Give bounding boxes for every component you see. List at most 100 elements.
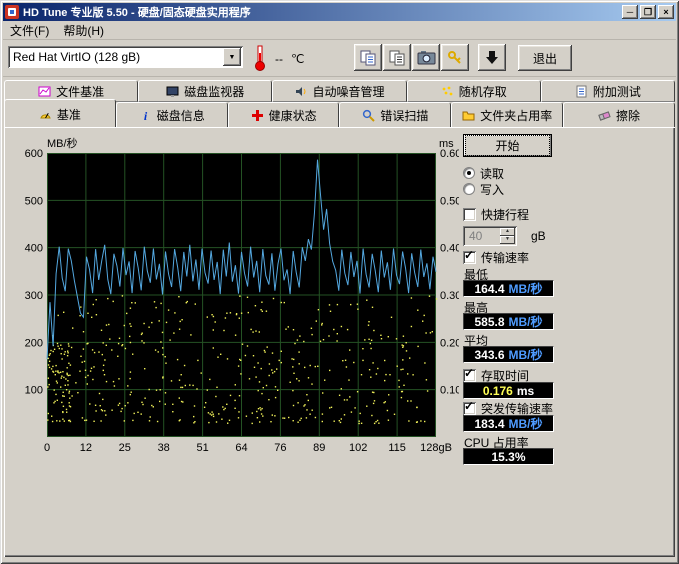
spinner-down-icon[interactable]: ▼ [500,236,515,244]
drive-select-value: Red Hat VirtIO (128 gB) [8,50,223,64]
burst-rate-checkbox[interactable]: ✓ 突发传输速率 [463,401,553,415]
read-radio[interactable]: 读取 [463,166,504,180]
tab-disk-info[interactable]: i 磁盘信息 [116,102,228,127]
svg-text:102: 102 [349,442,367,454]
svg-text:MB/秒: MB/秒 [47,136,78,150]
burst-rate-checkbox-box: ✓ [463,402,476,415]
speaker-icon [295,85,308,98]
copy-text-icon [389,50,406,66]
svg-text:600: 600 [25,148,43,160]
short-stroke-size-input[interactable]: 40 ▲ ▼ [463,226,517,246]
titlebar: HD Tune 专业版 5.50 - 硬盘/固态硬盘实用程序 ─ ❐ × [3,3,676,21]
drive-select[interactable]: Red Hat VirtIO (128 gB) ▼ [8,46,243,68]
tab-error-scan[interactable]: 错误扫描 [339,102,451,127]
read-radio-circle [463,167,475,179]
transfer-rate-checkbox[interactable]: ✓ 传输速率 [463,250,529,264]
tab-disk-monitor[interactable]: 磁盘监视器 [138,80,272,102]
screenshot-button[interactable] [412,44,440,71]
copy-report-button[interactable] [354,44,382,71]
tabs-row-lower: 基准 i 磁盘信息 健康状态 错误扫描 文件夹占用率 擦除 [4,102,675,127]
avg-value-box: 343.6 MB/秒 [463,346,554,363]
write-radio-circle [463,183,475,195]
minimize-button[interactable]: ─ [622,5,638,19]
keys-icon [447,50,463,66]
access-time-value-box: 0.176 ms [463,382,554,399]
menubar: 文件(F) 帮助(H) [3,21,676,40]
svg-text:500: 500 [25,195,43,207]
burst-rate-value-box: 183.4 MB/秒 [463,415,554,432]
svg-text:0.60: 0.60 [440,148,459,160]
temperature-unit: ℃ [291,52,304,66]
short-stroke-unit: gB [531,229,546,243]
benchmark-icon [39,108,52,121]
svg-text:25: 25 [119,442,131,454]
health-cross-icon [251,109,264,122]
maximize-button[interactable]: ❐ [640,5,656,19]
extra-tests-icon [575,85,588,98]
tab-erase[interactable]: 擦除 [563,102,675,127]
max-value-box: 585.8 MB/秒 [463,313,554,330]
svg-text:64: 64 [235,442,247,454]
transfer-rate-checkbox-box: ✓ [463,251,476,264]
access-time-checkbox[interactable]: ✓ 存取时间 [463,368,529,382]
random-access-icon [441,85,454,98]
tab-random-access[interactable]: 随机存取 [407,80,541,102]
options-button[interactable] [441,44,469,71]
svg-text:400: 400 [25,243,43,255]
svg-text:0.10: 0.10 [440,385,459,397]
svg-text:0.50: 0.50 [440,195,459,207]
svg-text:100: 100 [25,385,43,397]
hdtune-window: HD Tune 专业版 5.50 - 硬盘/固态硬盘实用程序 ─ ❐ × 文件(… [0,0,679,564]
benchmark-chart: MB/秒ms1002003004005006000.100.200.300.40… [4,127,459,457]
access-time-checkbox-box: ✓ [463,369,476,382]
temperature-value: -- [275,52,283,66]
start-button[interactable]: 开始 [463,134,552,157]
camera-icon [417,50,436,65]
short-stroke-checkbox[interactable]: ✓ 快捷行程 [463,207,529,221]
tab-health[interactable]: 健康状态 [228,102,340,127]
svg-text:89: 89 [313,442,325,454]
svg-text:300: 300 [25,290,43,302]
window-title: HD Tune 专业版 5.50 - 硬盘/固态硬盘实用程序 [23,4,620,20]
short-stroke-checkbox-box: ✓ [463,208,476,221]
spinner-up-icon[interactable]: ▲ [500,228,515,236]
toolbar: Red Hat VirtIO (128 gB) ▼ -- ℃ 退出 [3,40,676,77]
magnifier-icon [362,109,375,122]
benchmark-controls: 开始 读取 写入 ✓ 快捷行程 40 ▲ ▼ gB [459,127,671,477]
svg-text:128gB: 128gB [420,442,452,454]
svg-text:12: 12 [80,442,92,454]
tab-extra-tests[interactable]: 附加测试 [541,80,675,102]
svg-text:0: 0 [44,442,50,454]
menu-help[interactable]: 帮助(H) [56,20,111,41]
min-value-box: 164.4 MB/秒 [463,280,554,297]
dropdown-arrow-icon[interactable]: ▼ [223,48,241,66]
exit-button[interactable]: 退出 [518,45,572,71]
update-button[interactable] [478,44,506,71]
copy-pages-icon [360,50,377,66]
short-stroke-size-value: 40 [463,229,500,243]
tab-aam[interactable]: 自动噪音管理 [272,80,406,102]
folder-icon [462,109,475,122]
close-button[interactable]: × [658,5,674,19]
tab-folder-usage[interactable]: 文件夹占用率 [451,102,563,127]
eraser-icon [598,109,611,122]
copy-text-button[interactable] [383,44,411,71]
disk-monitor-icon [166,85,179,98]
disk-info-icon: i [139,109,152,122]
file-benchmark-icon [38,85,51,98]
svg-text:38: 38 [158,442,170,454]
svg-text:0.20: 0.20 [440,337,459,349]
download-arrow-icon [485,50,499,66]
svg-text:0.30: 0.30 [440,290,459,302]
benchmark-page: MB/秒ms1002003004005006000.100.200.300.40… [4,127,675,557]
thermometer-icon [253,44,267,75]
tab-benchmark[interactable]: 基准 [4,99,116,127]
svg-text:i: i [144,109,148,122]
cpu-usage-value-box: 15.3% [463,448,554,465]
svg-text:51: 51 [196,442,208,454]
write-radio[interactable]: 写入 [463,182,504,196]
app-icon [5,5,19,19]
svg-text:0.40: 0.40 [440,243,459,255]
svg-text:115: 115 [388,442,406,454]
menu-file[interactable]: 文件(F) [3,20,56,41]
